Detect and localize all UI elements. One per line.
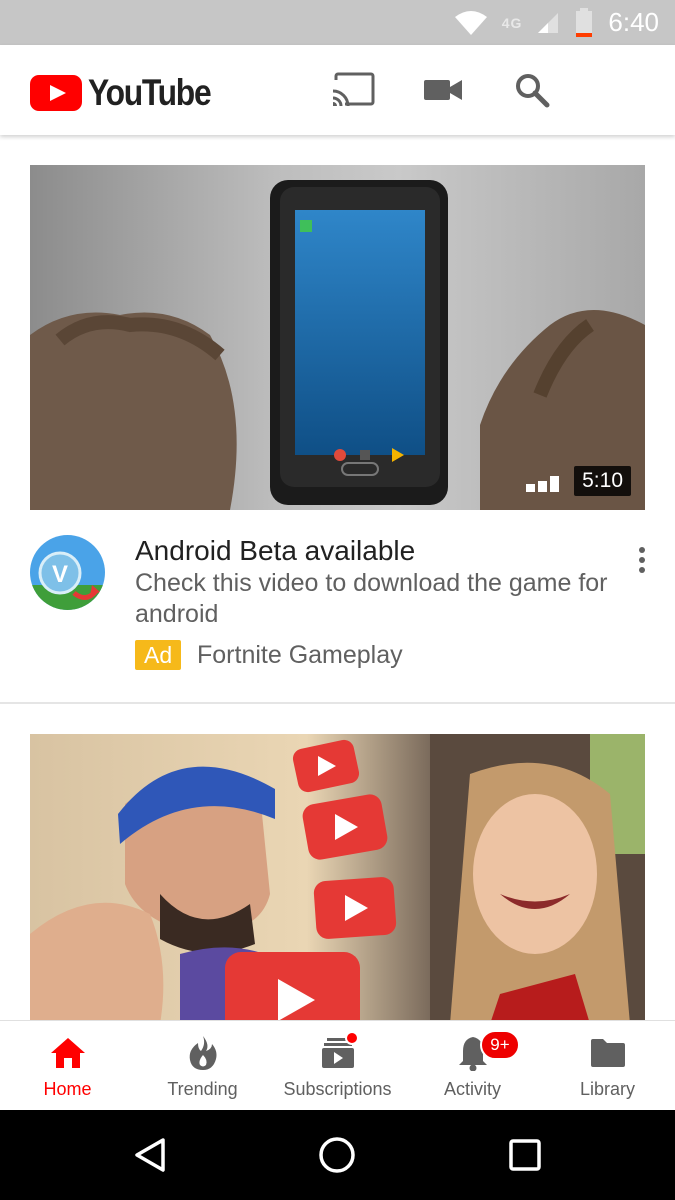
nav-home[interactable]: Home — [0, 1021, 135, 1111]
youtube-play-logo-icon — [30, 75, 82, 111]
cell-signal-icon — [536, 11, 560, 35]
nav-trending[interactable]: Trending — [135, 1021, 270, 1111]
back-icon[interactable] — [125, 1130, 175, 1180]
notification-badge: 9+ — [480, 1030, 520, 1060]
channel-name: Fortnite Gameplay — [197, 641, 403, 669]
nav-activity[interactable]: Activity — [405, 1021, 540, 1111]
channel-avatar[interactable]: V — [30, 535, 105, 610]
nav-library[interactable]: Library — [540, 1021, 675, 1111]
folder-icon — [588, 1033, 628, 1073]
nav-label-trending: Trending — [167, 1079, 238, 1099]
network-type-label: 4G — [501, 14, 523, 31]
divider — [0, 702, 675, 704]
video-duration: 5:10 — [574, 466, 631, 496]
nav-label-library: Library — [579, 1079, 636, 1099]
video-camera-icon[interactable] — [420, 67, 466, 113]
ad-badge: Ad — [135, 640, 182, 670]
youtube-logo[interactable]: YouTube — [30, 72, 230, 114]
nav-label-activity: Activity — [443, 1079, 501, 1099]
recents-icon[interactable] — [500, 1130, 550, 1180]
new-content-dot — [345, 1031, 359, 1045]
battery-low-icon — [574, 7, 594, 38]
nav-label-home: Home — [43, 1079, 92, 1099]
svg-text:V: V — [52, 561, 68, 588]
bottom-navigation: Home Trending Subscriptions Activity Lib… — [0, 1020, 675, 1110]
search-icon[interactable] — [509, 67, 555, 113]
quality-indicator — [523, 476, 559, 492]
nav-subscriptions[interactable]: Subscriptions — [270, 1021, 405, 1111]
video-description: Check this video to download the game fo… — [135, 569, 608, 628]
video-thumbnail[interactable] — [30, 734, 645, 1020]
status-time: 6:40 — [608, 7, 659, 37]
video-title[interactable]: Android Beta available — [135, 535, 415, 567]
nav-label-subscriptions: Subscriptions — [283, 1079, 392, 1099]
logo-text: YouTube — [88, 72, 212, 113]
home-icon — [48, 1033, 88, 1073]
video-thumbnail[interactable]: 5:10 — [30, 165, 645, 510]
cast-icon[interactable] — [330, 67, 376, 113]
app-header: YouTube — [0, 45, 675, 135]
status-bar: 4G 6:40 — [0, 0, 675, 45]
wifi-icon — [454, 10, 488, 36]
video-feed[interactable]: 5:10 V Android Beta available Check this… — [0, 135, 675, 1020]
more-options-icon[interactable] — [628, 540, 656, 580]
flame-icon — [183, 1033, 223, 1073]
system-navigation-bar — [0, 1110, 675, 1200]
video-meta: V Android Beta available Check this vide… — [0, 530, 675, 705]
home-circle-icon[interactable] — [312, 1130, 362, 1180]
